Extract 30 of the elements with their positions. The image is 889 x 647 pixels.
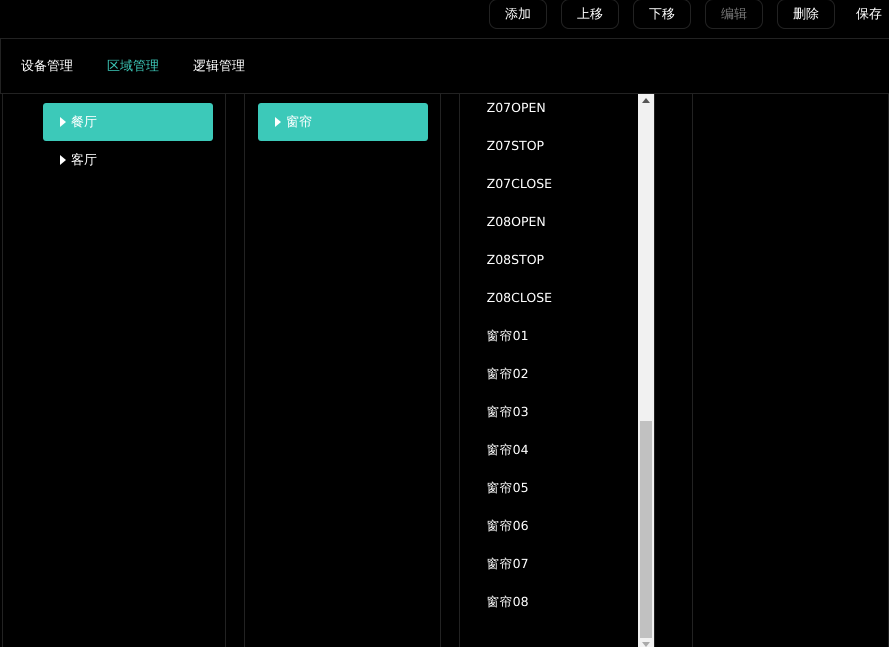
tab[interactable]: 逻辑管理 xyxy=(193,57,245,75)
list-item[interactable]: 窗帘06 xyxy=(486,512,638,550)
scrollbar-thumb[interactable] xyxy=(640,421,652,638)
tab[interactable]: 设备管理 xyxy=(21,57,73,75)
list-item[interactable]: 窗帘08 xyxy=(486,588,638,626)
toolbar-button[interactable]: 下移 xyxy=(633,0,691,29)
tab[interactable]: 区域管理 xyxy=(107,57,159,75)
list-item[interactable]: Z07CLOSE xyxy=(486,170,638,208)
tree-item-label: 餐厅 xyxy=(71,114,97,131)
tree-item[interactable]: 客厅 xyxy=(43,141,213,179)
expand-arrow-icon[interactable] xyxy=(60,155,66,165)
list-item[interactable]: Z07STOP xyxy=(486,132,638,170)
list-item[interactable]: 窗帘07 xyxy=(486,550,638,588)
list-item[interactable]: Z08CLOSE xyxy=(486,284,638,322)
scroll-down-icon[interactable] xyxy=(642,642,650,647)
list-item[interactable]: 窗帘05 xyxy=(486,474,638,512)
list-item[interactable]: Z08OPEN xyxy=(486,208,638,246)
list-item[interactable]: 窗帘01 xyxy=(486,322,638,360)
scrollbar[interactable] xyxy=(638,94,656,647)
scroll-up-icon[interactable] xyxy=(642,98,650,103)
list-item[interactable]: 窗帘04 xyxy=(486,436,638,474)
toolbar-button[interactable]: 删除 xyxy=(777,0,835,29)
list-item[interactable]: 窗帘03 xyxy=(486,398,638,436)
toolbar-button[interactable]: 上移 xyxy=(561,0,619,29)
toolbar-button[interactable]: 添加 xyxy=(489,0,547,29)
tree-item-label: 客厅 xyxy=(71,152,97,169)
list-item[interactable]: 窗帘02 xyxy=(486,360,638,398)
list-item[interactable]: Z08STOP xyxy=(486,246,638,284)
tree-item-label: 窗帘 xyxy=(286,114,312,131)
list-item[interactable]: Z07OPEN xyxy=(486,94,638,132)
